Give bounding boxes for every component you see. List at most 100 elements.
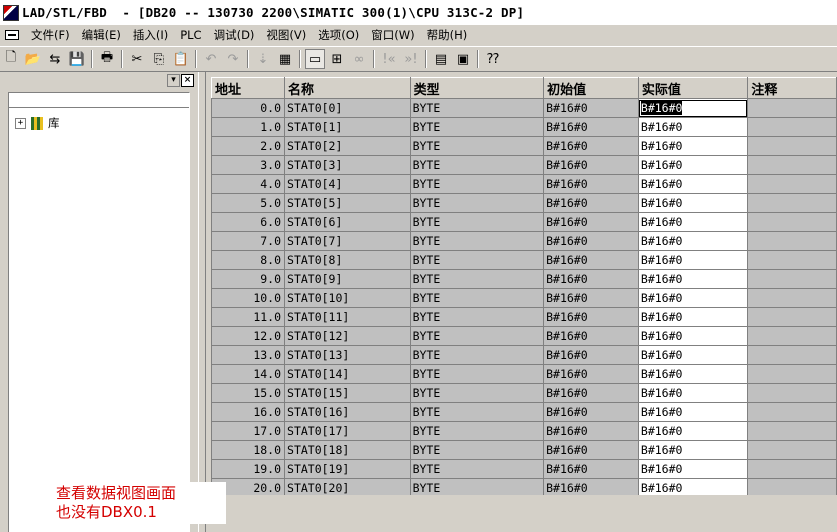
actual-value-cell[interactable]: B#16#0 (637, 326, 749, 346)
accessible-nodes-icon[interactable]: ⇆ (45, 49, 65, 69)
menu-view[interactable]: 视图(V) (260, 27, 312, 43)
type-cell: BYTE (409, 155, 545, 175)
table-row[interactable]: 18.0 STAT0[18] BYTE B#16#0 B#16#0 (211, 440, 837, 460)
table-row[interactable]: 20.0 STAT0[20] BYTE B#16#0 B#16#0 (211, 478, 837, 495)
paste-icon[interactable]: 📋 (171, 49, 191, 69)
table-row[interactable]: 3.0 STAT0[3] BYTE B#16#0 B#16#0 (211, 155, 837, 175)
table-row[interactable]: 13.0 STAT0[13] BYTE B#16#0 B#16#0 (211, 345, 837, 365)
menu-insert[interactable]: 插入(I) (127, 27, 174, 43)
table-row[interactable]: 15.0 STAT0[15] BYTE B#16#0 B#16#0 (211, 383, 837, 403)
table-row[interactable]: 2.0 STAT0[2] BYTE B#16#0 B#16#0 (211, 136, 837, 156)
actual-value-cell[interactable]: B#16#0 (637, 98, 749, 118)
cut-icon[interactable]: ✂ (127, 49, 147, 69)
initial-value-cell: B#16#0 (543, 383, 639, 403)
table-row[interactable]: 16.0 STAT0[16] BYTE B#16#0 B#16#0 (211, 402, 837, 422)
table-row[interactable]: 5.0 STAT0[5] BYTE B#16#0 B#16#0 (211, 193, 837, 213)
last-network-icon[interactable]: »! (401, 49, 421, 69)
annotation-line-1: 查看数据视图画面 (56, 484, 177, 502)
actual-value-cell[interactable]: B#16#0 (637, 345, 749, 365)
column-header-name[interactable]: 名称 (284, 77, 411, 99)
table-row[interactable]: 8.0 STAT0[8] BYTE B#16#0 B#16#0 (211, 250, 837, 270)
type-cell: BYTE (409, 478, 545, 495)
actual-value-cell[interactable]: B#16#0 (637, 117, 749, 137)
table-row[interactable]: 11.0 STAT0[11] BYTE B#16#0 B#16#0 (211, 307, 837, 327)
address-cell: 8.0 (211, 250, 286, 270)
actual-value-cell[interactable]: B#16#0 (637, 364, 749, 384)
first-network-icon[interactable]: !« (379, 49, 399, 69)
table-row[interactable]: 4.0 STAT0[4] BYTE B#16#0 B#16#0 (211, 174, 837, 194)
actual-value-cell[interactable]: B#16#0 (637, 288, 749, 308)
expand-icon[interactable]: + (15, 117, 26, 129)
actual-value-cell[interactable]: B#16#0 (637, 478, 749, 495)
actual-value-cell[interactable]: B#16#0 (637, 212, 749, 232)
table-row[interactable]: 6.0 STAT0[6] BYTE B#16#0 B#16#0 (211, 212, 837, 232)
document-system-menu-icon[interactable] (5, 30, 19, 40)
menu-help[interactable]: 帮助(H) (421, 27, 474, 43)
table-row[interactable]: 9.0 STAT0[9] BYTE B#16#0 B#16#0 (211, 269, 837, 289)
actual-value-cell[interactable]: B#16#0 (637, 307, 749, 327)
actual-value-cell[interactable]: B#16#0 (637, 136, 749, 156)
column-header-comment[interactable]: 注释 (747, 77, 837, 99)
table-row[interactable]: 19.0 STAT0[19] BYTE B#16#0 B#16#0 (211, 459, 837, 479)
table-row[interactable]: 14.0 STAT0[14] BYTE B#16#0 B#16#0 (211, 364, 837, 384)
type-cell: BYTE (409, 250, 545, 270)
app-icon[interactable] (3, 4, 19, 21)
table-row[interactable]: 1.0 STAT0[1] BYTE B#16#0 B#16#0 (211, 117, 837, 137)
table-row[interactable]: 7.0 STAT0[7] BYTE B#16#0 B#16#0 (211, 231, 837, 251)
table-row[interactable]: 12.0 STAT0[12] BYTE B#16#0 B#16#0 (211, 326, 837, 346)
column-header-initial-value[interactable]: 初始值 (543, 77, 639, 99)
type-cell: BYTE (409, 231, 545, 251)
comment-cell (747, 402, 837, 422)
menu-edit[interactable]: 编辑(E) (76, 27, 127, 43)
menu-options[interactable]: 选项(O) (312, 27, 365, 43)
display-icon[interactable]: ▭ (305, 49, 325, 69)
pane-splitter[interactable] (198, 72, 206, 532)
name-cell: STAT0[20] (284, 478, 411, 495)
table-row[interactable]: 0.0 STAT0[0] BYTE B#16#0 B#16#0 (211, 98, 837, 118)
open-icon[interactable]: 📂 (23, 49, 43, 69)
type-cell: BYTE (409, 117, 545, 137)
download-icon[interactable]: ⇣ (253, 49, 273, 69)
overview-icon[interactable]: ▤ (431, 49, 451, 69)
menu-window[interactable]: 窗口(W) (365, 27, 420, 43)
save-icon[interactable]: 💾 (67, 49, 87, 69)
actual-value-cell[interactable]: B#16#0 (637, 155, 749, 175)
column-header-type[interactable]: 类型 (409, 77, 545, 99)
table-row[interactable]: 10.0 STAT0[10] BYTE B#16#0 B#16#0 (211, 288, 837, 308)
initial-value-cell: B#16#0 (543, 136, 639, 156)
actual-value-cell[interactable]: B#16#0 (637, 383, 749, 403)
title-bar[interactable]: LAD/STL/FBD - [DB20 -- 130730 2200\SIMAT… (0, 0, 837, 25)
copy-icon[interactable]: ⎘ (149, 49, 169, 69)
address-cell: 1.0 (211, 117, 286, 137)
table-row[interactable]: 17.0 STAT0[17] BYTE B#16#0 B#16#0 (211, 421, 837, 441)
help-icon[interactable]: ⁇ (483, 49, 503, 69)
actual-value-cell[interactable]: B#16#0 (637, 250, 749, 270)
actual-value-cell[interactable]: B#16#0 (637, 174, 749, 194)
actual-value-cell[interactable]: B#16#0 (637, 440, 749, 460)
actual-value-cell[interactable]: B#16#0 (637, 421, 749, 441)
pane-close-icon[interactable]: × (181, 73, 194, 87)
network-icon[interactable]: ⊞ (327, 49, 347, 69)
actual-value-cell[interactable]: B#16#0 (637, 459, 749, 479)
menu-plc[interactable]: PLC (174, 28, 207, 42)
details-icon[interactable]: ▣ (453, 49, 473, 69)
tree-node-libraries[interactable]: + 库 (15, 115, 60, 131)
undo-icon[interactable]: ↶ (201, 49, 221, 69)
program-elements-tree[interactable]: + 库 (8, 92, 190, 532)
new-icon[interactable]: 🗋 (1, 49, 21, 69)
column-header-address[interactable]: 地址 (211, 77, 286, 99)
redo-icon[interactable]: ↷ (223, 49, 243, 69)
selected-value-text[interactable]: B#16#0 (640, 101, 683, 115)
monitor-glasses-icon[interactable]: ∞ (349, 49, 369, 69)
actual-value-cell[interactable]: B#16#0 (637, 269, 749, 289)
pane-dropdown-icon[interactable]: ▾ (167, 73, 180, 87)
print-icon[interactable]: 🖶 (97, 49, 117, 69)
menu-file[interactable]: 文件(F) (25, 27, 76, 43)
actual-value-cell[interactable]: B#16#0 (637, 402, 749, 422)
menu-debug[interactable]: 调试(D) (208, 27, 261, 43)
actual-value-cell[interactable]: B#16#0 (637, 231, 749, 251)
monitor-cpu-icon[interactable]: ▦ (275, 49, 295, 69)
name-cell: STAT0[12] (284, 326, 411, 346)
column-header-actual-value[interactable]: 实际值 (637, 77, 749, 99)
actual-value-cell[interactable]: B#16#0 (637, 193, 749, 213)
